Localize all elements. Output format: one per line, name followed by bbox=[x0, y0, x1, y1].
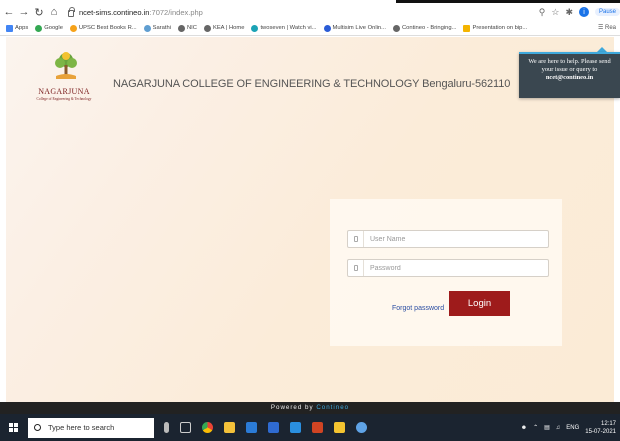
task-view-icon[interactable] bbox=[180, 422, 191, 433]
tree-logo-icon bbox=[55, 52, 77, 79]
user-icon bbox=[348, 231, 364, 247]
slides-icon bbox=[463, 24, 471, 32]
language-indicator[interactable]: ENG bbox=[566, 425, 579, 431]
page-title: NAGARJUNA COLLEGE OF ENGINEERING & TECHN… bbox=[113, 78, 511, 90]
globe-icon bbox=[177, 24, 185, 32]
multisim-icon bbox=[323, 24, 331, 32]
show-hidden-icon[interactable]: ⌃ bbox=[533, 424, 538, 431]
clock-date: 15-07-2021 bbox=[585, 428, 616, 435]
volume-icon[interactable]: ♫ bbox=[556, 425, 561, 431]
microphone-icon[interactable] bbox=[164, 422, 169, 433]
windows-taskbar: Type here to search ☻ ⌃ ▤ ♫ ENG 12:17 15… bbox=[0, 414, 620, 441]
home-icon[interactable]: ⌂ bbox=[48, 5, 60, 19]
help-box: We are here to help. Please send your is… bbox=[519, 52, 620, 98]
reading-list-button[interactable]: ☰ Rea bbox=[598, 24, 616, 31]
taskbar-search[interactable]: Type here to search bbox=[28, 417, 154, 438]
network-icon[interactable]: ▤ bbox=[544, 424, 550, 431]
mail-icon[interactable] bbox=[246, 422, 257, 433]
bookmarks-bar: Apps Google UPSC Best Books R... Sarathi… bbox=[0, 21, 620, 36]
key-icon bbox=[348, 260, 364, 276]
login-button[interactable]: Login bbox=[449, 291, 510, 316]
file-explorer-icon[interactable] bbox=[224, 422, 235, 433]
username-input[interactable] bbox=[364, 232, 544, 246]
url-path: :7072/index.php bbox=[149, 7, 203, 17]
address-bar: ← → ↻ ⌂ ncet-sims.contineo.in:7072/index… bbox=[0, 3, 620, 21]
star-icon[interactable]: ☆ bbox=[551, 7, 559, 18]
clock-time: 12:17 bbox=[600, 420, 616, 427]
username-field[interactable] bbox=[347, 230, 549, 248]
bookmark-contineo[interactable]: Contineo - Bringing... bbox=[392, 24, 456, 32]
help-email[interactable]: ncet@contineo.in bbox=[519, 74, 620, 82]
sarathi-icon bbox=[143, 24, 151, 32]
help-line-2: your issue or query to bbox=[541, 66, 598, 74]
bookmark-nic[interactable]: NIC bbox=[177, 24, 197, 32]
url-field[interactable]: ncet-sims.contineo.in:7072/index.php bbox=[79, 8, 203, 17]
apps-grid-icon bbox=[6, 24, 13, 32]
bookmark-twoseven[interactable]: twoseven | Watch vi... bbox=[251, 24, 317, 32]
start-button[interactable] bbox=[4, 414, 22, 441]
url-host: ncet-sims.contineo.in bbox=[79, 7, 150, 17]
password-field[interactable] bbox=[347, 259, 549, 277]
powered-by-footer: Powered by Contineo bbox=[0, 402, 620, 414]
bookmark-multisim[interactable]: Multisim Live Onlin... bbox=[323, 24, 386, 32]
bookmark-kea[interactable]: KEA | Home bbox=[203, 24, 244, 32]
back-icon[interactable]: ← bbox=[3, 5, 15, 19]
bookmark-sarathi[interactable]: Sarathi bbox=[143, 24, 171, 32]
bookmark-google[interactable]: Google bbox=[35, 24, 63, 32]
reload-icon[interactable]: ↻ bbox=[33, 5, 45, 19]
logo-subtitle: College of Engineering & Technology bbox=[36, 97, 92, 101]
google-icon bbox=[35, 24, 43, 32]
bookmark-presentation[interactable]: Presentation on bip... bbox=[463, 24, 527, 32]
taskbar-search-placeholder: Type here to search bbox=[48, 423, 115, 432]
system-tray: ☻ ⌃ ▤ ♫ ENG 12:17 15-07-2021 bbox=[521, 414, 616, 441]
profile-avatar[interactable]: i bbox=[578, 7, 589, 17]
globe-icon bbox=[392, 24, 400, 32]
lock-icon[interactable] bbox=[68, 6, 75, 17]
store-icon[interactable] bbox=[268, 422, 279, 433]
extensions-icon[interactable]: ✱ bbox=[565, 7, 573, 18]
logo-name: NAGARJUNA bbox=[38, 87, 90, 96]
powered-brand[interactable]: Contineo bbox=[316, 404, 349, 411]
windows-logo-icon bbox=[8, 423, 18, 432]
bookmark-upsc[interactable]: UPSC Best Books R... bbox=[69, 24, 137, 32]
twoseven-icon bbox=[251, 24, 259, 32]
powered-prefix: Powered by bbox=[270, 404, 314, 411]
chrome-icon[interactable] bbox=[202, 422, 213, 433]
login-card: Forgot password Login bbox=[330, 199, 562, 346]
bookmark-apps[interactable]: Apps bbox=[6, 24, 28, 32]
forward-icon[interactable]: → bbox=[18, 5, 30, 19]
taskbar-apps bbox=[164, 422, 367, 433]
login-page: NAGARJUNA College of Engineering & Techn… bbox=[6, 37, 620, 402]
forgot-password-link[interactable]: Forgot password bbox=[392, 305, 444, 312]
help-line-1: We are here to help. Please send bbox=[528, 58, 611, 65]
paint-icon[interactable] bbox=[356, 422, 367, 433]
people-icon[interactable]: ☻ bbox=[521, 425, 527, 431]
powerpoint-icon[interactable] bbox=[312, 422, 323, 433]
search-icon bbox=[34, 424, 41, 431]
globe-icon bbox=[203, 24, 211, 32]
password-input[interactable] bbox=[364, 261, 544, 275]
college-logo: NAGARJUNA College of Engineering & Techn… bbox=[14, 51, 114, 113]
zoom-icon[interactable]: ⚲ bbox=[539, 7, 546, 18]
upsc-icon bbox=[69, 24, 77, 32]
photos-icon[interactable] bbox=[290, 422, 301, 433]
clock[interactable]: 12:17 15-07-2021 bbox=[585, 420, 616, 436]
sticky-notes-icon[interactable] bbox=[334, 422, 345, 433]
browser-actions: ⚲ ☆ ✱ i Pause bbox=[539, 3, 620, 21]
sync-paused-button[interactable]: Pause bbox=[594, 8, 620, 16]
